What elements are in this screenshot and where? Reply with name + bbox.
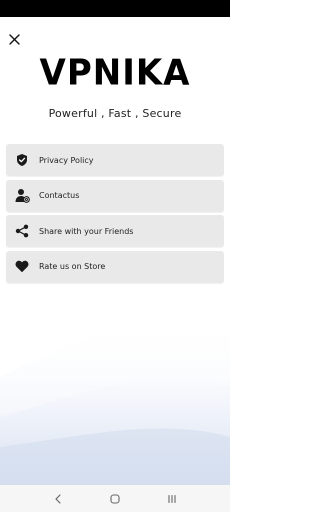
menu-item-rate-us[interactable]: Rate us on Store	[6, 250, 224, 283]
app-tagline: Powerful , Fast , Secure	[48, 107, 182, 120]
recents-icon	[168, 494, 176, 503]
menu-item-privacy-policy[interactable]: Privacy Policy	[6, 144, 224, 176]
back-icon	[55, 493, 61, 504]
app-title: VPNIKA	[39, 52, 191, 94]
status-bar	[0, 0, 230, 17]
system-navigation-bar	[0, 485, 230, 512]
back-button[interactable]	[48, 489, 68, 509]
menu-item-label: Contactus	[39, 191, 80, 200]
recents-button[interactable]	[162, 489, 182, 509]
menu-item-label: Rate us on Store	[39, 262, 106, 271]
menu-item-contactus[interactable]: Contactus	[6, 179, 224, 212]
close-button[interactable]	[6, 31, 22, 47]
menu-screen: VPNIKA Powerful , Fast , Secure Privacy …	[0, 17, 230, 485]
shield-check-icon	[6, 144, 38, 176]
heart-icon	[6, 251, 38, 283]
menu-item-label: Privacy Policy	[39, 155, 94, 165]
menu-item-label: Share with your Friends	[39, 226, 134, 236]
close-icon	[8, 33, 20, 45]
menu-list: Privacy Policy Contactus Share with your…	[6, 144, 224, 286]
home-button[interactable]	[105, 489, 125, 509]
home-icon	[110, 493, 120, 504]
share-icon	[6, 215, 38, 247]
person-at-icon	[6, 180, 38, 212]
menu-item-share[interactable]: Share with your Friends	[6, 215, 224, 247]
